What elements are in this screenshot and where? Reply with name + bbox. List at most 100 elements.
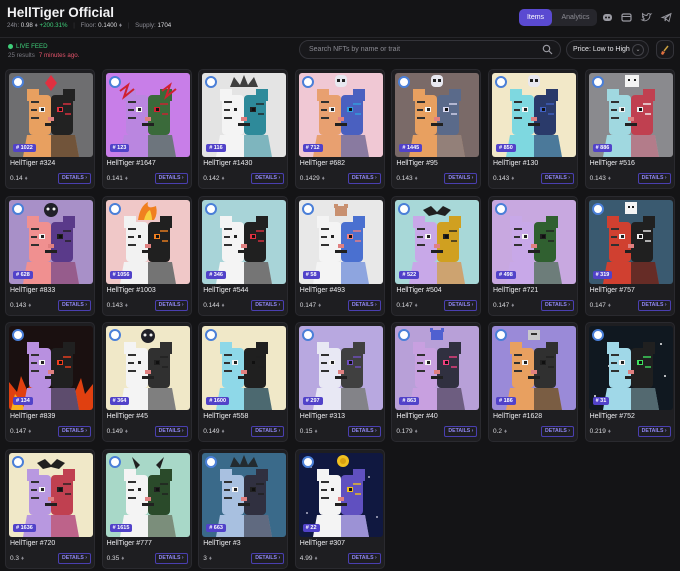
nft-name[interactable]: HellTiger #720 xyxy=(10,540,55,547)
nft-image[interactable]: # 1636 xyxy=(9,452,93,537)
details-button[interactable]: DETAILS › xyxy=(154,426,188,437)
details-button[interactable]: DETAILS › xyxy=(58,299,91,311)
nft-card[interactable]: # 364 HellTiger #45 0.149 ♦ DETAILS › xyxy=(101,322,192,442)
nft-card[interactable]: # 863 HellTiger #40 0.179 ♦ DETAILS › xyxy=(391,322,482,442)
nft-name[interactable]: HellTiger #839 xyxy=(10,413,55,420)
nft-name[interactable]: HellTiger #130 xyxy=(493,160,538,167)
nft-card[interactable]: # 186 HellTiger #1628 0.2 ♦ DETAILS › xyxy=(488,322,578,442)
details-button[interactable]: DETAILS › xyxy=(347,426,381,437)
nft-image[interactable]: # 712 xyxy=(298,73,383,157)
nft-card[interactable]: # 123 HellTiger #1647 0.141 ♦ DETAILS › xyxy=(101,69,192,189)
nft-name[interactable]: HellTiger #833 xyxy=(10,287,55,294)
nft-card[interactable]: # 712 HellTiger #682 0.1429 ♦ DETAILS › xyxy=(294,69,385,189)
nft-image[interactable]: # 663 xyxy=(202,452,287,537)
details-button[interactable]: DETAILS › xyxy=(58,426,91,437)
details-button[interactable]: DETAILS › xyxy=(541,299,574,311)
nft-image[interactable]: # 1056 xyxy=(105,199,190,284)
sort-dropdown[interactable]: Price: Low to High ⌄ xyxy=(566,40,649,59)
nft-image[interactable]: # 522 xyxy=(395,199,480,284)
nft-name[interactable]: HellTiger #558 xyxy=(203,413,248,420)
details-button[interactable]: DETAILS › xyxy=(347,173,381,184)
details-button[interactable]: DETAILS › xyxy=(251,552,285,564)
nft-image[interactable]: # 498 xyxy=(492,199,576,284)
details-button[interactable]: DETAILS › xyxy=(444,173,478,184)
nft-card[interactable]: # 134 HellTiger #839 0.147 ♦ DETAILS › xyxy=(5,322,95,442)
details-button[interactable]: DETAILS › xyxy=(637,173,671,184)
nft-image[interactable]: # 319 xyxy=(588,199,673,284)
search-input[interactable]: Search NFTs by name or trait xyxy=(299,40,561,59)
twitter-icon[interactable] xyxy=(640,11,653,24)
nft-card[interactable]: # 116 HellTiger #1430 0.142 ♦ DETAILS › xyxy=(198,69,289,189)
nft-name[interactable]: HellTiger #307 xyxy=(300,540,345,547)
nft-name[interactable]: HellTiger #493 xyxy=(300,287,345,294)
nft-card[interactable]: # 22 HellTiger #307 4.99 ♦ DETAILS › xyxy=(294,448,385,569)
nft-name[interactable]: HellTiger #1647 xyxy=(107,160,156,167)
nft-image[interactable]: # 863 xyxy=(395,326,480,410)
details-button[interactable]: DETAILS › xyxy=(58,173,91,184)
details-button[interactable]: DETAILS › xyxy=(251,299,285,311)
nft-image[interactable]: # 58 xyxy=(298,199,383,284)
nft-card[interactable]: # 1636 HellTiger #720 0.3 ♦ DETAILS › xyxy=(5,448,95,569)
nft-card[interactable]: # 1022 HellTiger #324 0.14 ♦ DETAILS › xyxy=(5,69,95,189)
nft-card[interactable]: # 58 HellTiger #493 0.147 ♦ DETAILS › xyxy=(294,195,385,316)
nft-card[interactable]: # 1615 HellTiger #777 0.35 ♦ DETAILS › xyxy=(101,448,192,569)
details-button[interactable]: DETAILS › xyxy=(251,426,285,437)
nft-name[interactable]: HellTiger #777 xyxy=(107,540,152,547)
nft-card[interactable]: # 297 HellTiger #313 0.15 ♦ DETAILS › xyxy=(294,322,385,442)
nft-card[interactable]: # 31 HellTiger #752 0.219 ♦ DETAILS › xyxy=(584,322,675,442)
nft-name[interactable]: HellTiger #721 xyxy=(493,287,538,294)
nft-image[interactable]: # 31 xyxy=(588,326,673,410)
nft-card[interactable]: # 498 HellTiger #721 0.147 ♦ DETAILS › xyxy=(488,195,578,316)
details-button[interactable]: DETAILS › xyxy=(251,173,285,184)
nft-image[interactable]: # 364 xyxy=(105,326,190,410)
nft-name[interactable]: HellTiger #45 xyxy=(107,413,148,420)
nft-name[interactable]: HellTiger #324 xyxy=(10,160,55,167)
nft-image[interactable]: # 850 xyxy=(492,73,576,157)
details-button[interactable]: DETAILS › xyxy=(541,426,574,437)
nft-name[interactable]: HellTiger #752 xyxy=(590,413,635,420)
nft-card[interactable]: # 1056 HellTiger #1003 0.143 ♦ DETAILS › xyxy=(101,195,192,316)
nft-image[interactable]: # 886 xyxy=(588,73,673,157)
nft-name[interactable]: HellTiger #1430 xyxy=(203,160,252,167)
nft-name[interactable]: HellTiger #3 xyxy=(203,540,240,547)
nft-card[interactable]: # 850 HellTiger #130 0.143 ♦ DETAILS › xyxy=(488,69,578,189)
nft-image[interactable]: # 1022 xyxy=(9,73,93,157)
details-button[interactable]: DETAILS › xyxy=(154,299,188,311)
tab-items[interactable]: Items xyxy=(519,9,552,26)
nft-name[interactable]: HellTiger #40 xyxy=(396,413,437,420)
nft-name[interactable]: HellTiger #1003 xyxy=(107,287,156,294)
details-button[interactable]: DETAILS › xyxy=(637,299,671,311)
nft-name[interactable]: HellTiger #516 xyxy=(590,160,635,167)
nft-card[interactable]: # 346 HellTiger #544 0.144 ♦ DETAILS › xyxy=(198,195,289,316)
nft-image[interactable]: # 22 xyxy=(298,452,383,537)
nft-image[interactable]: # 1615 xyxy=(105,452,190,537)
nft-image[interactable]: # 123 xyxy=(105,73,190,157)
details-button[interactable]: DETAILS › xyxy=(154,552,188,564)
website-icon[interactable] xyxy=(620,11,633,24)
nft-image[interactable]: # 628 xyxy=(9,199,93,284)
details-button[interactable]: DETAILS › xyxy=(347,552,381,564)
nft-name[interactable]: HellTiger #544 xyxy=(203,287,248,294)
nft-name[interactable]: HellTiger #313 xyxy=(300,413,345,420)
details-button[interactable]: DETAILS › xyxy=(637,426,671,437)
nft-image[interactable]: # 346 xyxy=(202,199,287,284)
nft-image[interactable]: # 1600 xyxy=(202,326,287,410)
nft-card[interactable]: # 1600 HellTiger #558 0.149 ♦ DETAILS › xyxy=(198,322,289,442)
nft-image[interactable]: # 186 xyxy=(492,326,576,410)
nft-name[interactable]: HellTiger #682 xyxy=(300,160,345,167)
nft-name[interactable]: HellTiger #1628 xyxy=(493,413,542,420)
nft-name[interactable]: HellTiger #504 xyxy=(396,287,441,294)
nft-image[interactable]: # 134 xyxy=(9,326,93,410)
discord-icon[interactable] xyxy=(601,11,614,24)
nft-name[interactable]: HellTiger #757 xyxy=(590,287,635,294)
tab-analytics[interactable]: Analytics xyxy=(554,9,597,26)
details-button[interactable]: DETAILS › xyxy=(58,552,91,564)
nft-card[interactable]: # 1445 HellTiger #95 0.143 ♦ DETAILS › xyxy=(391,69,482,189)
nft-image[interactable]: # 297 xyxy=(298,326,383,410)
nft-image[interactable]: # 1445 xyxy=(395,73,480,157)
nft-card[interactable]: # 886 HellTiger #516 0.143 ♦ DETAILS › xyxy=(584,69,675,189)
nft-card[interactable]: # 628 HellTiger #833 0.143 ♦ DETAILS › xyxy=(5,195,95,316)
nft-image[interactable]: # 116 xyxy=(202,73,287,157)
details-button[interactable]: DETAILS › xyxy=(347,299,381,311)
details-button[interactable]: DETAILS › xyxy=(444,299,478,311)
